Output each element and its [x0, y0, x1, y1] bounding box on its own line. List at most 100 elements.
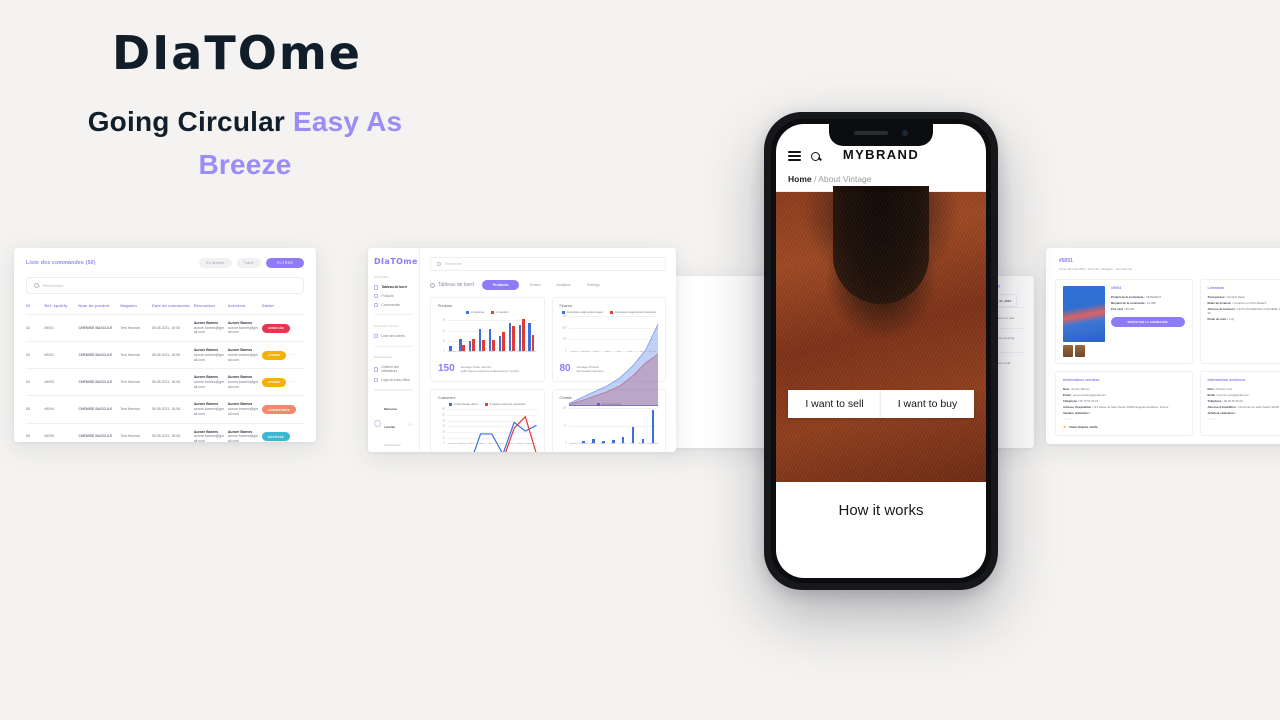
phone-cta-group: I want to sell I want to buy: [776, 390, 986, 418]
legend-item: # New Resale clients: [449, 403, 478, 406]
row-actions-icon[interactable]: ···: [288, 422, 304, 442]
table-row[interactable]: 86 #5055 CHEMISE BASCULE Test Hannah 08.…: [26, 422, 304, 442]
chart-card-finance: Finance Cumulative resale amount saved Cu…: [551, 297, 666, 406]
shipping-card: Livraison Transporteur : Mondial Relay Mo…: [1199, 279, 1280, 364]
seller-card-title: Information vendeur: [1063, 378, 1100, 382]
detail-row: Téléphone : 06 70 54 00 01: [1063, 398, 1099, 403]
orders-list-screenshot: Liste des commandes (50) En attente Trai…: [14, 248, 316, 442]
legend-item: In resolved: [491, 311, 508, 314]
resend-order-button[interactable]: RENVOYER LA COMMANDE: [1111, 317, 1185, 328]
cell-buyer: Aurore Barnes aurore.barnes@gmail.com: [227, 313, 262, 342]
headline-accent-2: Breeze: [198, 149, 292, 181]
dashboard-user-name: Marianne Lemiller: [384, 406, 398, 429]
shipping-card-rows: Transporteur : Mondial Relay Mode de livr…: [1208, 295, 1280, 322]
logout-icon[interactable]: [→: [409, 422, 413, 426]
product-thumbnails[interactable]: [1063, 345, 1105, 357]
legend-item: Cumulative resale amount saved: [561, 311, 603, 314]
buyer-card-title: Information acheteur: [1207, 378, 1246, 382]
cell-seller: Aurore Barnes aurore.barnes@gmail.com: [193, 368, 228, 396]
breadcrumb-home-link[interactable]: Home: [788, 174, 812, 184]
table-row[interactable]: 82 #5051 CHEMISE BASCULE Test Hannah 08.…: [26, 313, 304, 342]
tab-list: Products Orders Analytics Settings: [481, 280, 606, 290]
cell-status: LIVRÉE: [262, 341, 289, 369]
i-want-to-sell-button[interactable]: I want to sell: [788, 390, 881, 418]
chart-title: Products: [438, 304, 453, 308]
orders-toolbar: Liste des commandes (50) En attente Trai…: [26, 258, 304, 268]
dashboard-screenshot: DIaTOme ACCUEIL Tableau de bord Produits…: [368, 248, 676, 452]
product-card-title: #5051: [1111, 286, 1122, 290]
chart-card-customers: Customers # New Resale clients # Lapsed c…: [430, 389, 545, 452]
chart-plot: 0 10 20 30 January February March April May June…: [442, 318, 537, 354]
nav-group-label: Comptes clients: [374, 323, 400, 328]
cell-product: CHEMISE BASCULE: [78, 422, 121, 442]
cell-date: 08.08.2021, 18:08: [151, 395, 194, 424]
cell-seller: Aurore Barnes aurore.barnes@gmail.com: [193, 422, 228, 442]
sidebar-item-label: Commandes: [381, 302, 401, 307]
sidebar-item-label: Gestion des utilisateurs: [381, 365, 399, 374]
i-want-to-buy-button[interactable]: I want to buy: [881, 390, 974, 418]
cell-status: ANNULÉE: [262, 313, 290, 342]
card-stat-label: Average Order amount (with issues voucher…: [460, 364, 520, 374]
chart-plot: 0 300 600 900 January February March April May J…: [560, 315, 658, 406]
sidebar-item-liste-des-clients[interactable]: Liste des clients: [374, 332, 413, 341]
product-main-image[interactable]: [1063, 286, 1105, 342]
orders-table: ID Réf. spotify Nom du produit Magasin Date …: [26, 303, 304, 442]
nav-icon: [374, 302, 379, 308]
divider: [374, 314, 413, 315]
breadcrumb-label: Tableau de bord: [438, 282, 474, 288]
dashboard-chart-cards: Products In response In resolved 0 10 20 30 …: [430, 297, 666, 452]
table-row[interactable]: 83 #5052 CHEMISE BASCULE Test Hannah 08.…: [26, 341, 304, 369]
sidebar-item-gestion-des-utilisateurs[interactable]: Gestion des utilisateurs: [374, 363, 413, 375]
tab-analytics[interactable]: Analytics: [550, 280, 576, 290]
tab-orders[interactable]: Orders: [523, 280, 546, 290]
shipping-card-title: Livraison: [1207, 286, 1225, 290]
row-actions-icon[interactable]: ···: [288, 368, 304, 396]
chart-title: Customers: [438, 396, 456, 401]
chart-legend: Cumulative resale amount saved Cumulative…: [560, 311, 659, 314]
detail-row: Téléphone : 06 00 00 00 00: [1207, 398, 1243, 403]
table-row[interactable]: 84 #5053 CHEMISE BASCULE Test Hannah 08.…: [26, 368, 304, 396]
tab-products[interactable]: Products: [481, 280, 520, 290]
row-actions-icon[interactable]: ···: [288, 341, 304, 369]
sidebar-item-tableau-de-bord[interactable]: Tableau de bord: [374, 283, 413, 292]
seller-card: Information vendeur Nom : Aurore Barnes E…: [1055, 371, 1193, 436]
dashboard-user-footer[interactable]: Marianne Lemiller Administrateur [→: [374, 389, 413, 451]
headline-part-1: Going Circular: [87, 106, 293, 137]
sidebar-item-produits[interactable]: Produits: [374, 292, 413, 301]
speaker-grill: [854, 131, 888, 135]
nav-icon: [374, 377, 379, 383]
order-detail-id: #5051: [1059, 258, 1073, 264]
how-it-works-heading: How it works: [776, 482, 986, 538]
filter-pending-button[interactable]: En attente: [199, 258, 232, 268]
dashboard-sidebar: DIaTOme ACCUEIL Tableau de bord Produits…: [368, 248, 420, 452]
detail-row: Acheteur réalisation :: [1207, 410, 1237, 415]
tab-settings[interactable]: Settings: [581, 280, 606, 290]
search-icon: [437, 261, 442, 267]
orders-col-3: Magasin: [120, 303, 138, 308]
orders-search-input[interactable]: Rechercher: [26, 277, 304, 294]
nav-icon: [374, 367, 379, 372]
card-stat: 150 Average Order amount (with issues vou…: [438, 364, 537, 374]
dashboard-search-input[interactable]: Recherche: [430, 257, 666, 271]
orders-col-6: Acheteur: [227, 303, 246, 308]
order-detail-subtitle: Créée 08 août 2021, 14:17:42 · Magasin :…: [1059, 267, 1133, 271]
sidebar-item-logs-de-back-office[interactable]: Logs de back-office: [374, 376, 413, 385]
cell-status: COMMANDÉE: [262, 395, 296, 424]
table-row[interactable]: 85 #5054 CHEMISE BASCULE Test Hannah 08.…: [26, 395, 304, 424]
buyer-card: Information acheteur Nom : Prénom nom Ema…: [1199, 371, 1280, 436]
seller-rating-stars: ☆☆☆: [1063, 416, 1073, 421]
detail-row: Nom : Aurore Barnes: [1063, 387, 1090, 391]
sidebar-item-commandes[interactable]: Commandes: [374, 301, 413, 310]
chart-legend: In response In resolved: [438, 311, 537, 314]
orders-col-2: Nom du produit: [78, 303, 110, 308]
status-badge: ANNULÉE: [262, 323, 290, 333]
filter-apply-button[interactable]: FILTRER: [265, 258, 304, 268]
row-actions-icon[interactable]: ···: [288, 395, 304, 424]
dashboard-tabs: Tableau de bord Products Orders Analytics S…: [430, 280, 666, 290]
product-images: [1063, 286, 1105, 357]
cell-id: 85: [26, 395, 45, 424]
orders-search-placeholder: Rechercher: [43, 283, 64, 288]
seller-verified-label: Client titulaire vérifié: [1069, 424, 1098, 429]
filter-processed-button[interactable]: Traité: [236, 258, 261, 268]
row-actions-icon[interactable]: ···: [288, 313, 304, 342]
